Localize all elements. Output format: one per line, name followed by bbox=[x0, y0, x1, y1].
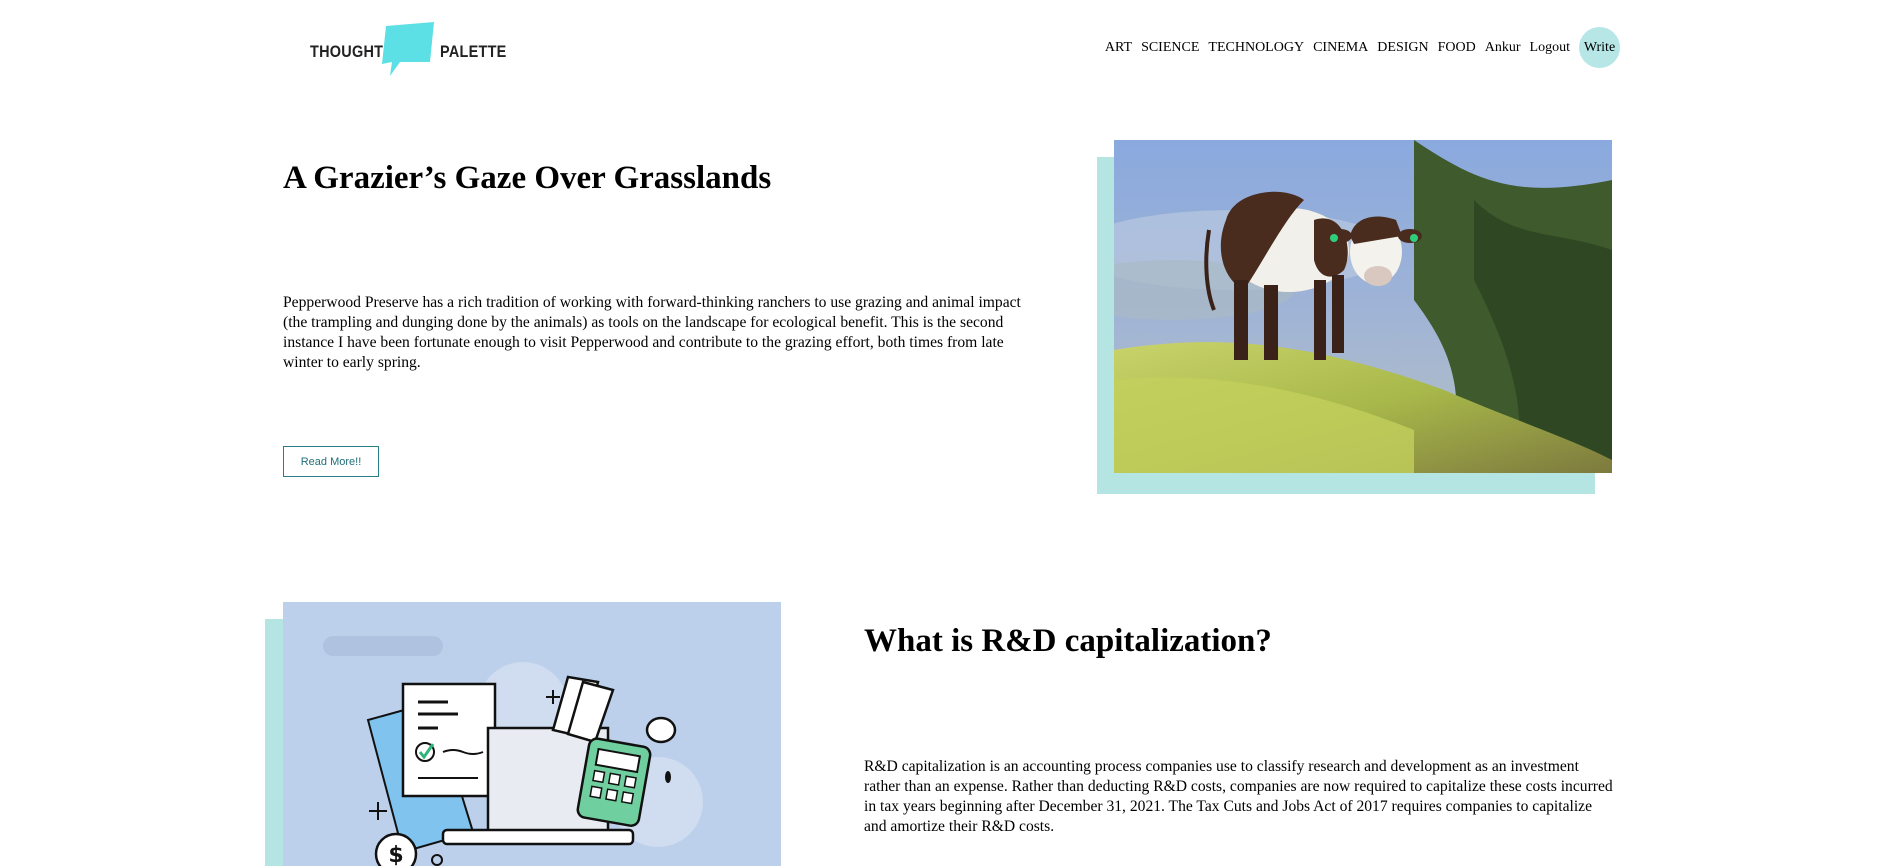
article-excerpt: R&D capitalization is an accounting proc… bbox=[864, 758, 1613, 835]
nav-item-food[interactable]: FOOD bbox=[1438, 40, 1476, 56]
accounting-illustration: $ bbox=[323, 636, 703, 866]
cow-photo-illustration bbox=[1114, 140, 1612, 473]
speech-bubble-icon bbox=[382, 22, 434, 76]
article-title[interactable]: A Grazier’s Gaze Over Grasslands bbox=[283, 160, 771, 197]
svg-text:$: $ bbox=[388, 843, 403, 866]
nav-item-cinema[interactable]: CINEMA bbox=[1313, 40, 1368, 56]
nav-user-link[interactable]: Ankur bbox=[1485, 40, 1521, 56]
nav-item-design[interactable]: DESIGN bbox=[1377, 40, 1428, 56]
article-image-cow[interactable] bbox=[1114, 140, 1612, 473]
logo-word-left: THOUGHT bbox=[310, 42, 384, 61]
nav-item-technology[interactable]: TECHNOLOGY bbox=[1208, 40, 1304, 56]
read-more-button[interactable]: Read More!! bbox=[283, 446, 379, 477]
write-button[interactable]: Write bbox=[1579, 27, 1620, 68]
nav-item-art[interactable]: ART bbox=[1105, 40, 1132, 56]
logout-link[interactable]: Logout bbox=[1530, 40, 1570, 56]
main-nav: ART SCIENCE TECHNOLOGY CINEMA DESIGN FOO… bbox=[1105, 27, 1620, 68]
logo-word-right: PALETTE bbox=[440, 42, 507, 61]
article-image-accounting[interactable]: $ bbox=[283, 602, 781, 866]
article-title[interactable]: What is R&D capitalization? bbox=[864, 623, 1272, 660]
nav-item-science[interactable]: SCIENCE bbox=[1141, 40, 1199, 56]
site-logo[interactable]: THOUGHT PALETTE bbox=[308, 22, 508, 78]
article-excerpt: Pepperwood Preserve has a rich tradition… bbox=[283, 294, 1021, 371]
